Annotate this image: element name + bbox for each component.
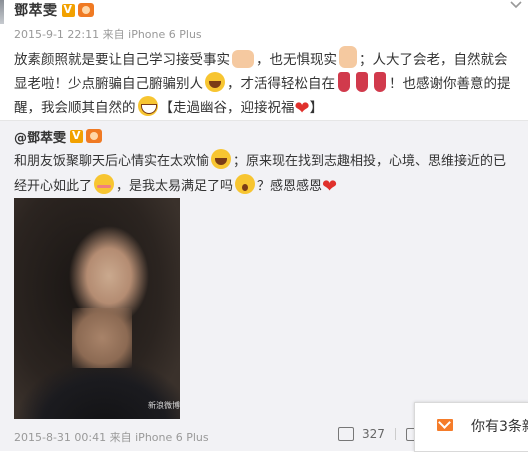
repost-text: 和朋友饭聚聊天后心情实在太欢愉 ；原来现在找到志趣相投，心境、思维接近的已经开心如… — [14, 149, 519, 199]
notification-text[interactable]: 你有3条新 — [471, 416, 528, 436]
forward-count[interactable]: 327 — [362, 427, 385, 441]
post-meta: 2015-9-1 22:11 来自 iPhone 6 Plus — [14, 26, 202, 42]
photo-detail — [72, 308, 132, 368]
verified-icon[interactable] — [70, 129, 84, 143]
post-text-part: 放素颜照就是要让自己学习接受事实 — [14, 52, 230, 68]
avatar[interactable] — [0, 0, 4, 24]
source-prefix: 来自 — [102, 28, 125, 41]
heart-emoji-icon: ❤ — [322, 176, 338, 197]
chevron-down-icon[interactable] — [510, 0, 522, 10]
dancer-emoji-icon — [356, 72, 368, 92]
post-text-part: ，才活得轻松自在 — [227, 76, 335, 92]
weibo-post: 鄧萃雯 2015-9-1 22:11 来自 iPhone 6 Plus 放素颜照… — [0, 0, 528, 452]
repost-meta: 2015-8-31 00:41 来自 iPhone 6 Plus — [14, 429, 209, 445]
author-row: 鄧萃雯 — [14, 1, 94, 19]
victory-hand-emoji-icon — [339, 46, 357, 68]
repost-text-part: ，是我太易满足了吗 — [116, 179, 234, 194]
repost-text-part: 和朋友饭聚聊天后心情实在太欢愉 — [14, 154, 210, 169]
source-prefix: 来自 — [109, 431, 132, 444]
repost-text-part: ？感恩感恩 — [257, 179, 323, 194]
repost-photo[interactable]: 新浪微博 — [14, 198, 180, 419]
member-icon[interactable] — [86, 129, 103, 143]
topic-end: 】 — [309, 100, 324, 116]
laughing-emoji-icon — [205, 72, 225, 92]
photo-watermark: 新浪微博 — [148, 401, 180, 410]
member-icon[interactable] — [77, 3, 94, 17]
shy-emoji-icon — [94, 174, 115, 194]
repost-author-row: @鄧萃雯 — [14, 127, 103, 146]
forward-icon[interactable] — [338, 427, 354, 441]
mail-icon — [437, 419, 453, 431]
source-link[interactable]: iPhone 6 Plus — [135, 431, 209, 444]
notification-popup[interactable]: 你有3条新 — [414, 402, 528, 452]
repost-timestamp[interactable]: 2015-8-31 00:41 — [14, 431, 106, 444]
happy-emoji-icon — [211, 149, 232, 169]
repost-actions: 327 — [338, 427, 421, 441]
post-timestamp[interactable]: 2015-9-1 22:11 — [14, 28, 99, 41]
dancer-emoji-icon — [374, 72, 386, 92]
verified-icon[interactable] — [61, 3, 75, 17]
source-link[interactable]: iPhone 6 Plus — [128, 28, 202, 41]
divider — [394, 428, 396, 440]
dancer-emoji-icon — [338, 72, 350, 92]
post-text: 放素颜照就是要让自己学习接受事实 ，也无惧现实 ；人大了会老，自然就会显老啦！少点腑… — [14, 46, 519, 121]
author-name[interactable]: 鄧萃雯 — [14, 0, 58, 20]
surprised-emoji-icon — [235, 174, 256, 194]
thumbs-up-emoji-icon — [232, 50, 254, 68]
repost-author-link[interactable]: @鄧萃雯 — [14, 127, 66, 146]
topic-link[interactable]: 【走過幽谷，迎接祝福 — [160, 100, 295, 116]
heart-emoji-icon: ❤ — [294, 98, 310, 119]
post-text-part: ，也无惧现实 — [256, 52, 337, 68]
grinning-emoji-icon — [137, 96, 158, 116]
